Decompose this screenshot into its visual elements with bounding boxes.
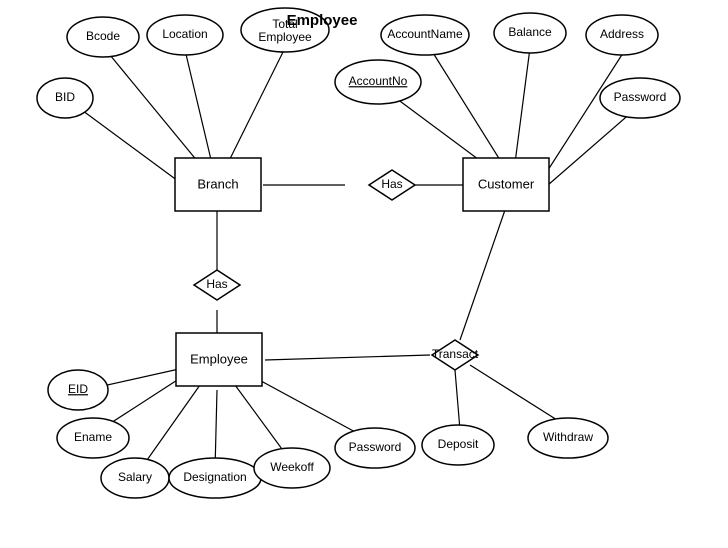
bcode-label: Bcode — [86, 29, 120, 43]
total-employee-label2: Employee — [258, 30, 312, 44]
bid-label: BID — [55, 90, 75, 104]
has-bc-label: Has — [381, 177, 402, 191]
branch-label: Branch — [197, 176, 238, 191]
address-label: Address — [600, 27, 644, 41]
password-customer-label: Password — [614, 90, 667, 104]
location-label: Location — [162, 27, 207, 41]
ename-label: Ename — [74, 430, 112, 444]
has-be-label: Has — [206, 277, 227, 291]
salary-label: Salary — [118, 470, 152, 484]
account-name-label: AccountName — [387, 27, 463, 41]
weekoff-label: Weekoff — [270, 460, 314, 474]
customer-label: Customer — [478, 176, 535, 191]
account-no-label: AccountNo — [349, 74, 408, 88]
er-diagram: Branch Customer Employee Has Has Transac… — [0, 0, 728, 548]
password-employee-label: Password — [349, 440, 402, 454]
transact-label: Transact — [432, 347, 479, 361]
eid-label: EID — [68, 382, 88, 396]
deposit-label: Deposit — [438, 437, 479, 451]
employee-label: Employee — [190, 351, 248, 366]
employee-top-label: Employee — [287, 12, 358, 29]
balance-label: Balance — [508, 25, 552, 39]
withdraw-label: Withdraw — [543, 430, 593, 444]
designation-label: Designation — [183, 470, 246, 484]
